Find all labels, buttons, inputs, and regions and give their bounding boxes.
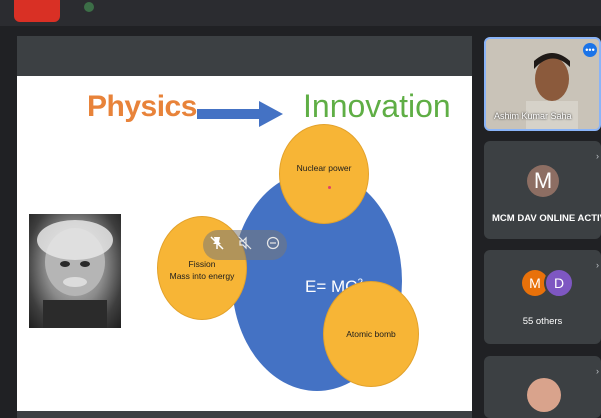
pin-off-icon[interactable] bbox=[210, 235, 224, 255]
speaker-name: Ashim Kumar Saha bbox=[494, 111, 572, 121]
leave-call-button[interactable] bbox=[14, 0, 60, 22]
right-arrow-icon bbox=[197, 101, 283, 127]
avatar: M bbox=[527, 165, 559, 197]
collapse-icon[interactable]: › bbox=[596, 151, 599, 161]
participant-tile-photo[interactable]: › bbox=[484, 356, 601, 418]
top-bar bbox=[0, 0, 601, 26]
atomic-bomb-label: Atomic bomb bbox=[346, 329, 396, 339]
avatar: D bbox=[544, 268, 574, 298]
status-dot bbox=[84, 2, 94, 12]
atomic-bomb-circle: Atomic bomb bbox=[323, 281, 419, 387]
presentation-slide: Physics Innovation E= MC2 Nuclear power … bbox=[17, 76, 472, 411]
participant-name: MCM DAV ONLINE ACTIVI... bbox=[492, 213, 601, 224]
mass-into-energy-label: Mass into energy bbox=[169, 271, 235, 281]
slide-title-physics: Physics bbox=[87, 90, 197, 123]
avatar-photo bbox=[527, 378, 561, 412]
tile-hover-controls bbox=[203, 230, 287, 260]
remove-icon[interactable] bbox=[266, 236, 280, 255]
more-options-icon[interactable]: ••• bbox=[583, 43, 597, 57]
speaker-video-tile[interactable]: ••• Ashim Kumar Saha bbox=[484, 37, 601, 131]
laser-pointer-dot bbox=[328, 186, 331, 189]
nuclear-power-circle: Nuclear power bbox=[279, 124, 369, 224]
collapse-icon[interactable]: › bbox=[596, 260, 599, 270]
collapse-icon[interactable]: › bbox=[596, 366, 599, 376]
participant-tile-others[interactable]: › M D 55 others bbox=[484, 250, 601, 344]
einstein-portrait bbox=[29, 214, 121, 328]
mute-icon[interactable] bbox=[238, 236, 252, 255]
others-count-label: 55 others bbox=[522, 316, 563, 327]
slide-title-innovation: Innovation bbox=[303, 88, 451, 124]
participant-tile-mcm[interactable]: › M MCM DAV ONLINE ACTIVI... bbox=[484, 141, 601, 239]
nuclear-power-label: Nuclear power bbox=[296, 163, 352, 173]
